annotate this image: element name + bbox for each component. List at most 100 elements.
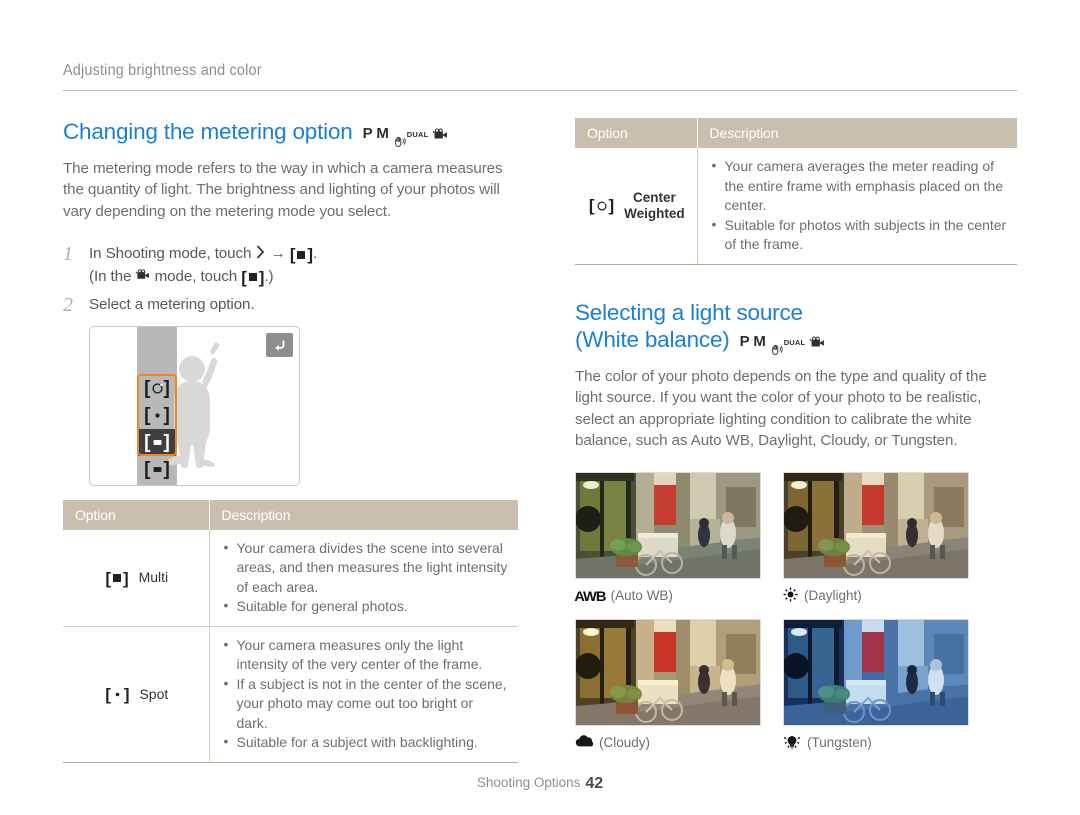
- multi-metering-icon-inline-2: []: [241, 267, 265, 287]
- back-icon: [274, 340, 284, 351]
- option-label-spot: Spot: [139, 685, 169, 702]
- wb-photo-cloudy: [575, 618, 761, 726]
- back-button[interactable]: [266, 332, 293, 357]
- dual-label: DUAL: [406, 129, 429, 139]
- wb-sample-tungsten: (Tungsten): [783, 618, 969, 752]
- bullet-item: If a subject is not in the center of the…: [222, 674, 509, 734]
- description-bullets: Your camera divides the scene into sever…: [222, 538, 509, 617]
- footer-section-label: Shooting Options: [476, 775, 581, 790]
- step-2: 2 Select a metering option.: [63, 294, 518, 317]
- movie-mode-icon-inline: [135, 266, 150, 289]
- metering-section-title: Changing the metering option P M DUAL: [63, 118, 518, 149]
- table-cell-description-multi: Your camera divides the scene into sever…: [209, 529, 518, 627]
- spot-metering-icon-cell: [ ]: [105, 685, 130, 705]
- table-row: [ ] Spot Your camera measures only the l…: [63, 626, 518, 763]
- mode-dual-is-group: DUAL: [393, 128, 429, 147]
- white-balance-samples: AWB (Auto WB) (Daylight) (Cloudy) (Tungs…: [574, 471, 1017, 752]
- step-1-text: In Shooting mode, touch → [] . (In the m…: [89, 243, 317, 288]
- dual-label: DUAL: [783, 337, 806, 347]
- mode-p-icon: P: [362, 125, 373, 142]
- table-cell-description-spot: Your camera measures only the light inte…: [209, 626, 518, 763]
- wb-caption-daylight: (Daylight): [783, 587, 969, 605]
- bullet-item: Your camera divides the scene into sever…: [222, 538, 509, 598]
- table-row: [ ] Center Weighted • Your camera averag…: [575, 148, 1017, 265]
- wb-sample-cloudy: (Cloudy): [575, 618, 761, 752]
- center-weighted-metering-icon-cell: [ ]: [588, 196, 615, 216]
- step-1-line2-b: mode, touch: [154, 267, 238, 285]
- movie-mode-icon: [432, 120, 448, 147]
- white-balance-intro-text: The color of your photo depends on the t…: [575, 367, 987, 450]
- multi-metering-icon-inline: []: [289, 245, 313, 265]
- cloudy-icon: [575, 734, 594, 751]
- step-1-line2-c: .): [264, 267, 274, 285]
- right-column: Option Description [ ] Center Weighted •…: [574, 118, 1017, 752]
- metering-mode-icons: P M DUAL: [363, 120, 449, 147]
- option-selection-highlight: [137, 373, 177, 456]
- wb-photo-daylight: [783, 471, 969, 579]
- step-1-arrow: →: [270, 245, 286, 263]
- left-column: Changing the metering option P M DUAL Th…: [63, 118, 518, 763]
- option-multi[interactable]: [ ]: [138, 456, 176, 483]
- tungsten-icon: [783, 733, 801, 752]
- movie-mode-icon: [809, 328, 825, 355]
- step-1-line2-a: (In the: [89, 267, 132, 285]
- description-bullets: Your camera measures only the light inte…: [222, 635, 509, 753]
- manual-page: Adjusting brightness and color Changing …: [0, 0, 1080, 815]
- multi-metering-icon-cell: []: [105, 568, 129, 588]
- table-cell-description-center-weighted: Your camera averages the meter reading o…: [697, 148, 1017, 265]
- wb-caption-text: (Tungsten): [807, 735, 872, 751]
- table-header-row: Option Description: [575, 118, 1017, 148]
- wb-heading-line2: (White balance): [575, 326, 730, 352]
- table-header-description: Description: [697, 118, 1017, 148]
- option-label-line1: Center: [632, 189, 676, 205]
- page-footer: Shooting Options 42: [0, 775, 1080, 793]
- option-label-multi: Multi: [138, 569, 169, 586]
- bullet-item: Suitable for a subject with backlighting…: [222, 732, 509, 753]
- wb-caption-text: (Cloudy): [599, 735, 651, 751]
- table-header-option: Option: [63, 499, 210, 530]
- wb-caption-text: (Auto WB): [610, 588, 673, 604]
- breadcrumb: Adjusting brightness and color: [63, 62, 1017, 91]
- mode-m-icon: M: [376, 125, 389, 142]
- wb-caption-cloudy: (Cloudy): [575, 734, 761, 752]
- wb-caption-text: (Daylight): [804, 588, 862, 604]
- step-1-line1-b: .: [312, 245, 318, 263]
- table-header-option: Option: [575, 118, 698, 148]
- metering-options-table-right: Option Description [ ] Center Weighted •…: [575, 118, 1017, 265]
- option-label-line2: Weighted: [624, 205, 685, 221]
- mode-m-icon: M: [753, 332, 766, 350]
- table-header-description: Description: [209, 499, 518, 530]
- table-cell-option-multi: [] Multi: [63, 529, 210, 627]
- breadcrumb-text: Adjusting brightness and color: [63, 62, 262, 79]
- option-label-center-weighted: Center Weighted: [624, 190, 685, 222]
- step-2-text: Select a metering option.: [89, 296, 255, 314]
- white-balance-mode-icons: P M DUAL: [740, 328, 826, 355]
- bullet-item: Your camera averages the meter reading o…: [710, 156, 1008, 216]
- wb-photo-tungsten: [783, 618, 969, 726]
- table-cell-option-center-weighted: [ ] Center Weighted: [575, 148, 698, 265]
- wb-sample-auto: AWB (Auto WB): [574, 471, 761, 605]
- step-2-number: 2: [63, 294, 73, 317]
- wb-photo-auto: [575, 471, 761, 579]
- table-cell-option-spot: [ ] Spot: [63, 626, 210, 763]
- metering-heading-text: Changing the metering option: [63, 119, 353, 144]
- bullet-item: Suitable for photos with subjects in the…: [710, 215, 1008, 255]
- footer-page-number: 42: [585, 775, 604, 792]
- mode-dual-is-group: DUAL: [770, 336, 806, 355]
- menu-chevron-icon: [256, 245, 265, 259]
- white-balance-section-title: Selecting a light source (White balance)…: [575, 299, 1017, 357]
- multi-metering-icon-list: [ ]: [144, 458, 170, 480]
- awb-icon: AWB: [574, 587, 606, 604]
- breadcrumb-divider: [63, 90, 1017, 91]
- metering-steps: 1 In Shooting mode, touch → [] . (In the: [63, 243, 518, 486]
- metering-options-table-left: Option Description [] Multi Your camera …: [63, 499, 518, 763]
- wb-caption-auto: AWB (Auto WB): [574, 587, 761, 605]
- bullet-item: Your camera measures only the light inte…: [222, 635, 509, 675]
- metering-intro-text: The metering mode refers to the way in w…: [63, 159, 503, 220]
- wb-heading-line1: Selecting a light source: [575, 299, 803, 325]
- camera-screen-illustration: [ ] [] [] []: [89, 325, 518, 486]
- mode-p-icon: P: [739, 332, 750, 350]
- step-1: 1 In Shooting mode, touch → [] . (In the: [63, 243, 518, 288]
- step-1-number: 1: [63, 243, 73, 266]
- bullet-item: Suitable for general photos.: [222, 596, 509, 617]
